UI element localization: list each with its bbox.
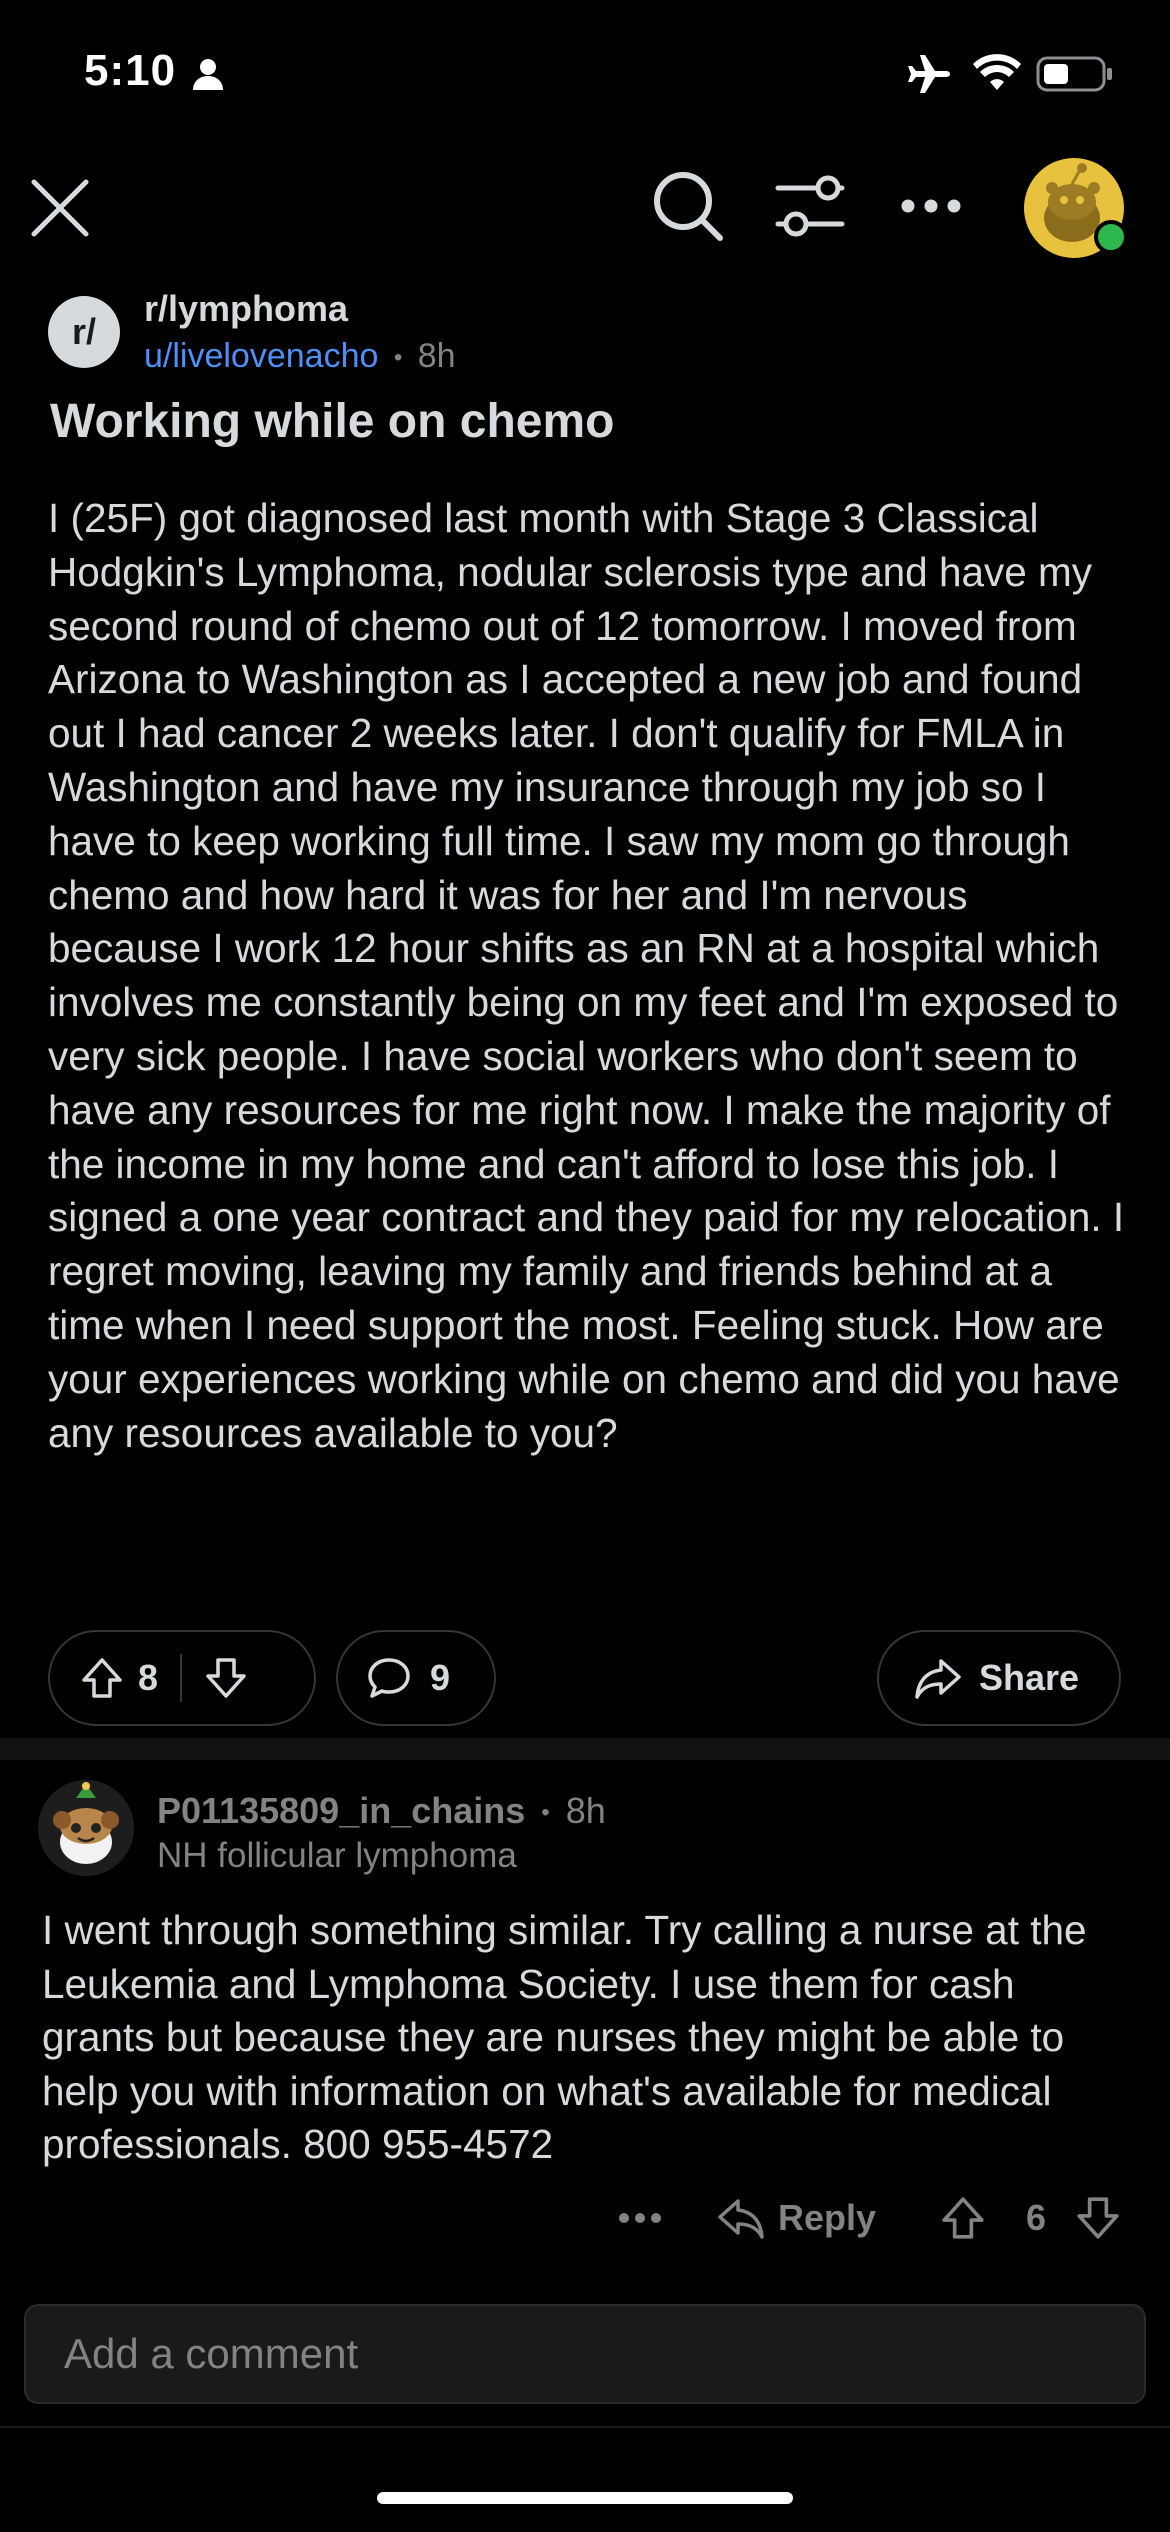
upvote-button[interactable]: [80, 1656, 124, 1700]
battery-icon: [1036, 55, 1116, 93]
comment-meta: P01135809_in_chains • 8h: [157, 1790, 606, 1832]
reply-icon: [718, 2199, 764, 2239]
downvote-icon: [1077, 2197, 1119, 2239]
comment-upvote-button[interactable]: [940, 2188, 986, 2248]
meta-separator: •: [393, 344, 403, 372]
post-author[interactable]: u/livelovenacho: [144, 337, 378, 375]
wifi-icon: [972, 52, 1022, 92]
comment-more-button[interactable]: [618, 2188, 662, 2248]
post-vote-count: 8: [138, 1657, 159, 1698]
home-indicator[interactable]: [377, 2492, 793, 2504]
filter-icon: [775, 175, 845, 237]
upvote-icon: [82, 1658, 122, 1698]
more-icon: [619, 2213, 661, 2223]
share-label: Share: [979, 1657, 1080, 1698]
share-button[interactable]: Share: [877, 1630, 1121, 1726]
more-icon: [901, 199, 961, 213]
reply-label: Reply: [778, 2197, 877, 2238]
upvote-icon: [942, 2197, 984, 2239]
comment-body: I went through something similar. Try ca…: [42, 1907, 1087, 2168]
comment-count: 9: [430, 1657, 451, 1698]
avatar[interactable]: [1024, 158, 1128, 258]
comment-icon: [368, 1658, 410, 1698]
comment-time: 8h: [565, 1790, 606, 1831]
vote-pill: 8: [48, 1630, 316, 1726]
subreddit-icon[interactable]: r/: [48, 296, 120, 368]
person-icon: [190, 56, 226, 92]
online-indicator: [1094, 220, 1128, 254]
share-icon: [915, 1659, 961, 1699]
subreddit-name[interactable]: r/lymphoma: [144, 288, 348, 330]
close-icon: [31, 179, 89, 237]
status-time: 5:10: [84, 46, 177, 95]
more-button[interactable]: [896, 188, 966, 224]
post-meta: u/livelovenacho • 8h: [144, 337, 456, 376]
post-time: 8h: [417, 337, 456, 375]
snoo-avatar-icon: [53, 1782, 119, 1864]
comment-avatar[interactable]: [38, 1780, 134, 1876]
section-divider: [0, 1738, 1170, 1760]
reply-button[interactable]: Reply: [718, 2188, 876, 2248]
comment-author[interactable]: P01135809_in_chains: [157, 1790, 525, 1831]
comment-vote-count: 6: [1026, 2197, 1047, 2238]
filter-button[interactable]: [772, 172, 848, 242]
airplane-icon: [906, 50, 954, 98]
post-title: Working while on chemo: [50, 395, 615, 448]
user-flair: NH follicular lymphoma: [157, 1836, 517, 1875]
search-icon: [654, 172, 723, 241]
meta-separator: •: [541, 1799, 550, 1827]
close-button[interactable]: [24, 172, 96, 244]
add-comment-input[interactable]: Add a comment: [24, 2304, 1146, 2404]
bottom-divider: [0, 2426, 1170, 2428]
post-body: I (25F) got diagnosed last month with St…: [48, 495, 1125, 1456]
search-button[interactable]: [650, 168, 726, 244]
add-comment-placeholder: Add a comment: [64, 2330, 359, 2377]
downvote-icon: [206, 1658, 246, 1698]
downvote-button[interactable]: [204, 1656, 248, 1700]
comment-downvote-button[interactable]: [1075, 2188, 1121, 2248]
comments-button[interactable]: 9: [336, 1630, 496, 1726]
vote-divider: [180, 1654, 183, 1702]
